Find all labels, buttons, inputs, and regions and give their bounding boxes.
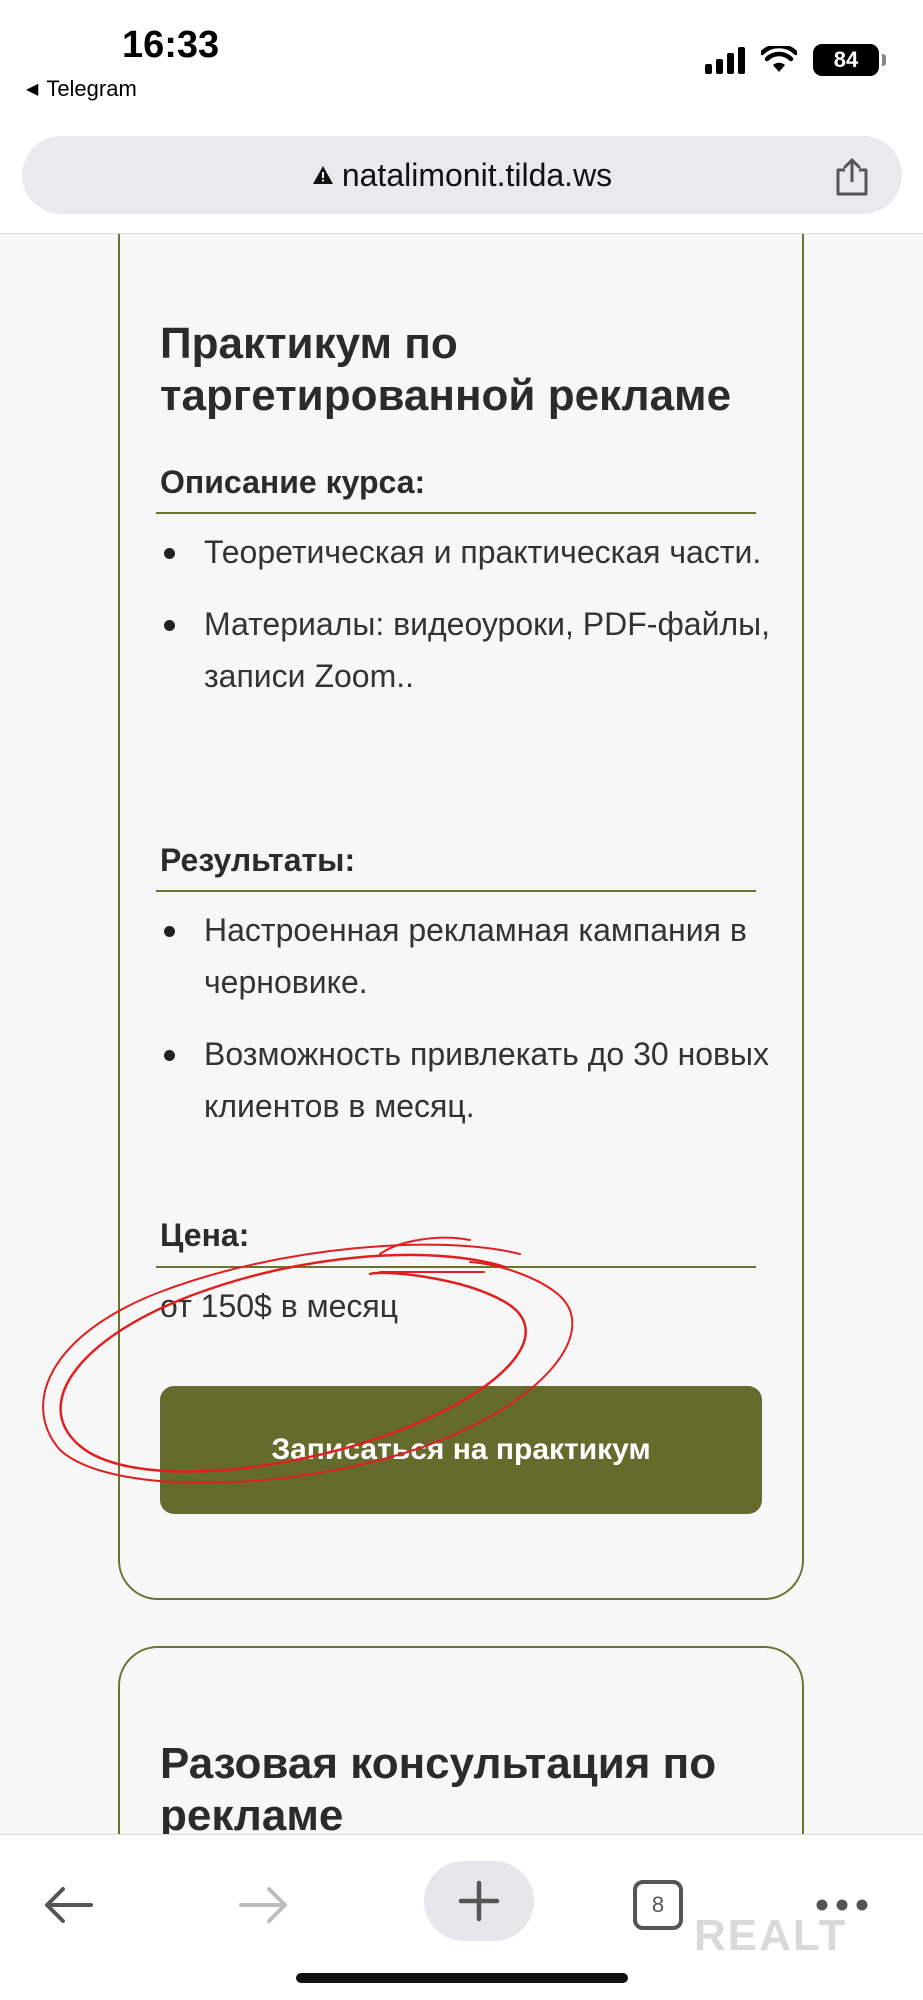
url-bar[interactable]: natalimonit.tilda.ws: [22, 136, 902, 214]
course-card-practicum: Практикум по таргетированной рекламе Опи…: [118, 234, 804, 1600]
tabs-icon: 8: [633, 1880, 683, 1930]
price-divider: [156, 1266, 756, 1268]
warning-icon: [312, 166, 333, 184]
list-item: Материалы: видеоуроки, PDF-файлы, записи…: [160, 598, 780, 702]
tabs-count: 8: [651, 1892, 665, 1917]
back-triangle-icon: ◀: [26, 81, 39, 98]
results-label: Результаты:: [160, 842, 356, 878]
back-button[interactable]: [38, 1875, 98, 1935]
results-list: Настроенная рекламная кампания в чернови…: [160, 904, 780, 1152]
browser-url-area: natalimonit.tilda.ws: [0, 120, 923, 234]
plus-icon: [458, 1880, 500, 1922]
wifi-icon: [761, 46, 797, 72]
home-indicator: [296, 1973, 628, 1983]
card-title: Практикум по таргетированной рекламе: [160, 319, 732, 420]
description-list: Теоретическая и практическая части. Мате…: [160, 526, 780, 722]
page-content: Практикум по таргетированной рекламе Опи…: [0, 234, 923, 1834]
browser-toolbar: 8 REALT: [0, 1834, 923, 2000]
list-item: Теоретическая и практическая части.: [160, 526, 780, 578]
description-label: Описание курса:: [160, 464, 426, 500]
enroll-practicum-button[interactable]: Записаться на практикум: [160, 1386, 762, 1514]
forward-button[interactable]: [234, 1875, 294, 1935]
status-icons: 84: [705, 44, 886, 76]
watermark: REALT: [694, 1911, 848, 1960]
results-divider: [156, 890, 756, 892]
course-card-consultation: Разовая консультация по рекламе: [118, 1646, 804, 1834]
card-title: Разовая консультация по рекламе: [160, 1739, 717, 1834]
tabs-button[interactable]: 8: [628, 1875, 688, 1935]
status-bar: 16:33 ◀ Telegram 84: [0, 0, 923, 120]
share-icon[interactable]: [832, 156, 872, 198]
status-time: 16:33: [122, 24, 220, 66]
new-tab-button[interactable]: [424, 1861, 534, 1941]
back-app-label: Telegram: [46, 76, 137, 101]
price-value: от 150$ в месяц: [160, 1288, 399, 1324]
list-item: Настроенная рекламная кампания в чернови…: [160, 904, 780, 1008]
description-divider: [156, 512, 756, 514]
battery-level: 84: [833, 47, 859, 72]
back-to-app-link[interactable]: ◀ Telegram: [26, 76, 137, 102]
price-label: Цена:: [160, 1217, 250, 1253]
arrow-left-icon: [45, 1887, 93, 1923]
url-text: natalimonit.tilda.ws: [341, 156, 613, 193]
battery-icon: 84: [813, 44, 886, 76]
more-icon: [816, 1899, 868, 1911]
list-item: Возможность привлекать до 30 новых клиен…: [160, 1028, 780, 1132]
arrow-right-icon: [239, 1887, 287, 1923]
cellular-signal-icon: [705, 46, 745, 74]
